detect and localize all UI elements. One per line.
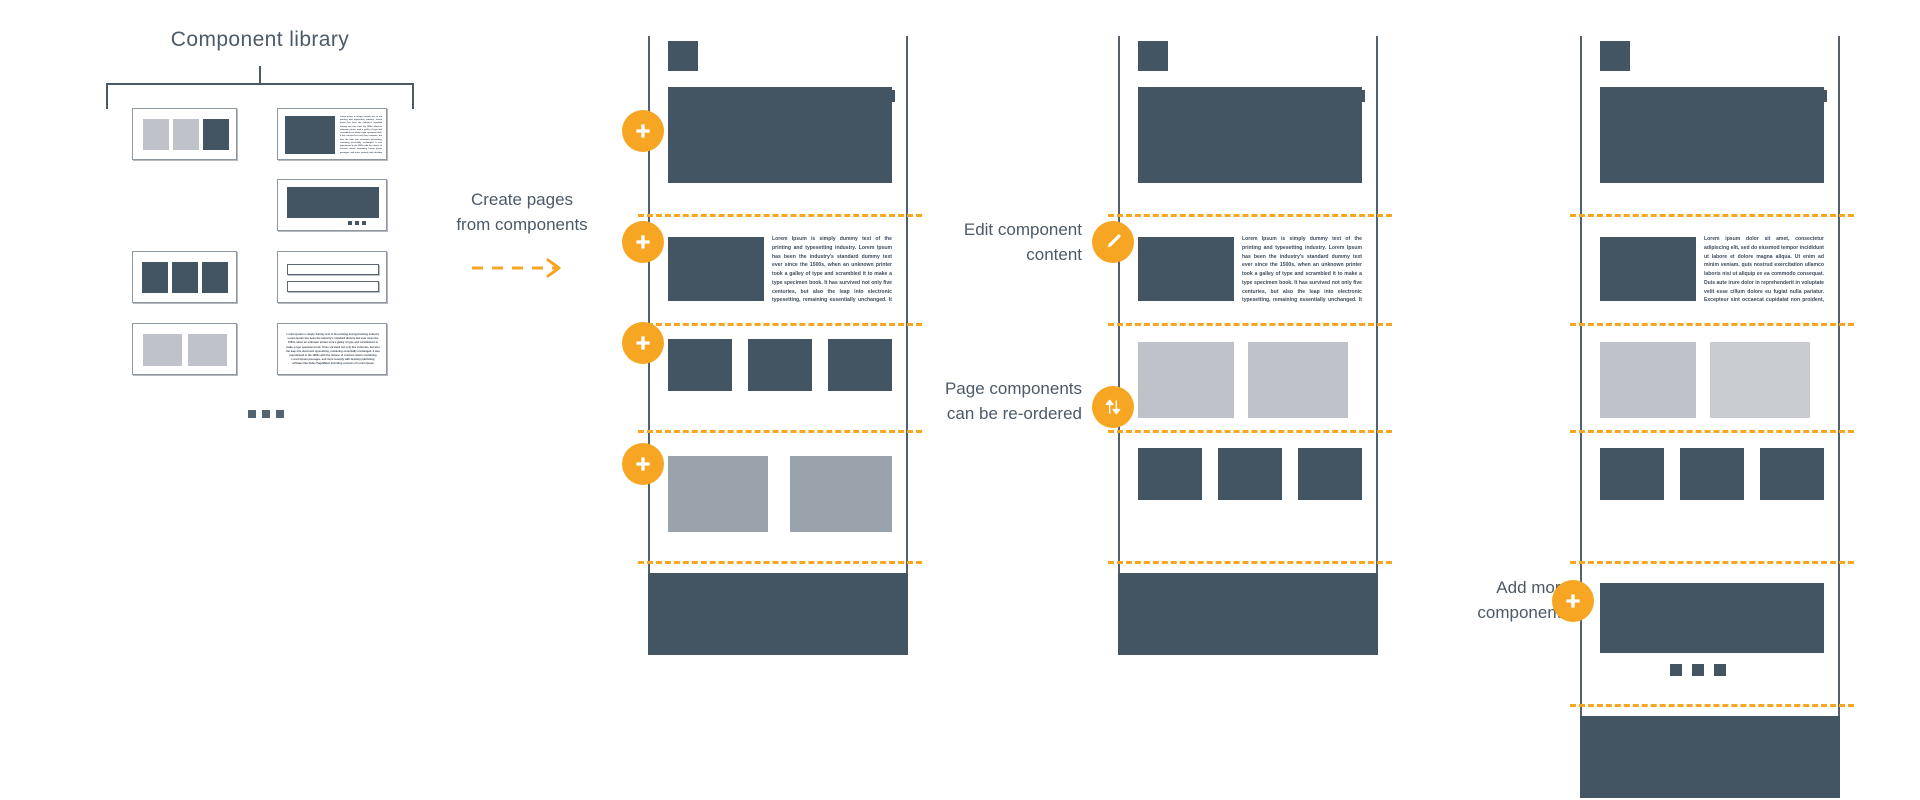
content-image[interactable] [1680,448,1744,500]
section-divider [1108,430,1392,433]
add-component-badge[interactable] [622,322,664,364]
flow-label-create-pages: Create pages from components [452,188,592,237]
logo-block [1138,41,1168,71]
section-divider [1570,430,1854,433]
library-bracket [106,83,414,109]
library-more-indicator[interactable] [248,410,284,418]
carousel-dots[interactable] [348,221,366,225]
section-divider [1570,323,1854,326]
footer-banner[interactable] [1580,716,1840,798]
component-card-text-block[interactable]: Lorem Ipsum is simply dummy text of the … [277,323,387,375]
flow-label-line-1: Edit component [963,220,1082,239]
content-image[interactable] [1218,448,1282,500]
form-field-row[interactable] [287,281,379,292]
content-image[interactable] [828,339,892,391]
component-card-three-image-row[interactable] [132,251,237,303]
reorder-component-badge[interactable] [1092,386,1134,428]
add-component-badge[interactable] [1552,580,1594,622]
content-image[interactable] [1600,237,1696,301]
content-image[interactable] [1760,448,1824,500]
flow-label-add-components: Add more components [1418,576,1570,625]
section-divider [1108,323,1392,326]
flow-label-line-1: Create pages [470,190,574,209]
footer-banner[interactable] [648,573,908,655]
section-divider [1570,704,1854,707]
content-image[interactable] [1600,448,1664,500]
flow-label-line-1: Add more [1496,578,1570,597]
flow-label-line-2: from components [456,214,588,234]
content-image[interactable] [1138,342,1234,418]
section-divider [1108,561,1392,564]
add-component-badge[interactable] [622,221,664,263]
form-field-row[interactable] [287,264,379,275]
add-component-badge[interactable] [622,110,664,152]
footer-banner[interactable] [1118,573,1378,655]
component-card-form-fields[interactable] [277,251,387,303]
component-card-image-with-text[interactable]: Lorem Ipsum is simply dummy text of the … [277,108,387,160]
component-card-image-carousel[interactable] [277,179,387,231]
hero-banner-component[interactable] [668,87,892,183]
hero-banner-component[interactable] [1600,87,1824,183]
placeholder-image [143,334,182,366]
placeholder-text: Lorem Ipsum is simply dummy text of the … [286,333,380,366]
flow-label-line-2: components [1477,602,1570,622]
page-mockup-2[interactable]: Lorem Ipsum is simply dummy text of the … [1108,36,1392,655]
placeholder-image [188,334,227,366]
placeholder-image [172,262,198,293]
flow-label-line-2: content [1026,244,1082,264]
content-image[interactable] [1600,342,1696,418]
flow-label-reorder: Page components can be re-ordered [920,377,1082,426]
flow-label-line-2: can be re-ordered [946,403,1082,423]
content-image[interactable] [748,339,812,391]
content-text: Lorem Ipsum is simply dummy text of the … [772,236,892,304]
section-divider [1570,214,1854,217]
placeholder-text: Lorem Ipsum is simply dummy text of the … [340,116,382,154]
page-mockup-1[interactable]: Lorem Ipsum is simply dummy text of the … [638,36,922,655]
content-image[interactable] [1710,342,1810,418]
diagram-canvas: Component library Lorem Ipsum is simply … [0,0,1920,800]
dashed-arrow-right-icon [472,258,561,278]
bracket-stem [259,66,261,84]
placeholder-image [287,187,379,218]
component-card-full-width-banner[interactable] [132,179,237,231]
page-mockup-3[interactable]: Lorem ipsum dolor sit amet, consectetur … [1570,36,1854,798]
flow-label-line-1: Page components [944,379,1082,398]
placeholder-block [203,119,229,150]
flow-label-edit-content: Edit component content [930,218,1082,267]
content-image[interactable] [668,237,764,301]
edit-component-badge[interactable] [1092,221,1134,263]
logo-block [1600,41,1630,71]
content-text: Lorem ipsum dolor sit amet, consectetur … [1704,236,1824,304]
placeholder-image [285,116,335,154]
carousel-dots[interactable] [1670,664,1726,676]
hero-banner-component[interactable] [1138,87,1362,183]
section-divider [638,323,922,326]
placeholder-block [143,119,169,150]
component-card-three-up-cards[interactable] [132,108,237,160]
component-card-two-image-row[interactable] [132,323,237,375]
section-divider [1570,561,1854,564]
content-image[interactable] [790,456,892,532]
content-image[interactable] [1248,342,1348,418]
carousel-component[interactable] [1600,583,1824,653]
section-divider [638,430,922,433]
content-image[interactable] [1298,448,1362,500]
component-library-title: Component library [170,28,350,51]
logo-block [668,41,698,71]
section-divider [638,561,922,564]
content-text: Lorem Ipsum is simply dummy text of the … [1242,236,1362,304]
placeholder-image [142,262,168,293]
placeholder-block [173,119,199,150]
add-component-badge[interactable] [622,443,664,485]
content-image[interactable] [668,456,768,532]
content-image[interactable] [1138,237,1234,301]
placeholder-image [202,262,228,293]
content-image[interactable] [1138,448,1202,500]
section-divider [1108,214,1392,217]
section-divider [638,214,922,217]
content-image[interactable] [668,339,732,391]
